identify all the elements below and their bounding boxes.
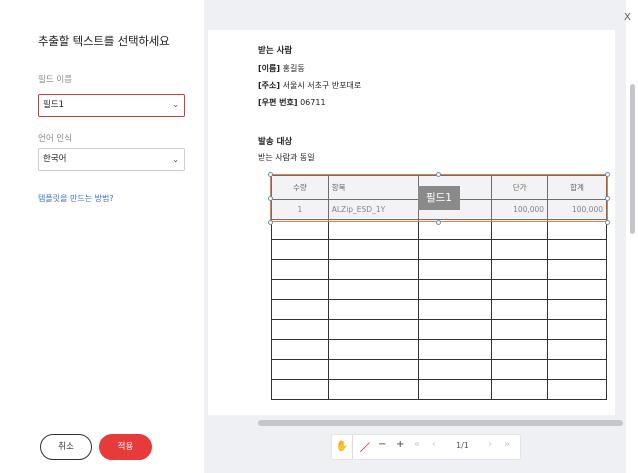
- resize-handle[interactable]: [268, 172, 273, 177]
- field-tag: 필드1: [418, 186, 460, 210]
- close-icon[interactable]: X: [624, 12, 631, 23]
- prev-page-icon[interactable]: ‹: [432, 439, 436, 450]
- resize-handle[interactable]: [268, 196, 273, 201]
- recipient-heading: 받는 사람: [258, 46, 293, 56]
- postal-value: 06711: [300, 98, 326, 107]
- address-line: [주소] 서울시 서초구 반포대로: [258, 80, 361, 91]
- name-label: [이름]: [258, 64, 281, 73]
- next-page-icon[interactable]: ›: [488, 439, 492, 450]
- panel-title: 추출할 텍스트를 선택하세요: [38, 34, 170, 48]
- language-label: 언어 인식: [38, 134, 72, 144]
- apply-button[interactable]: 적용: [99, 434, 152, 460]
- name-value: 홍길동: [282, 64, 305, 73]
- shipping-value: 받는 사람과 동일: [258, 153, 315, 162]
- language-value: 한국어: [43, 154, 67, 164]
- address-value: 서울시 서초구 반포대로: [282, 81, 362, 90]
- field-name-label: 필드 이름: [38, 75, 72, 85]
- chevron-down-icon: ⌄: [172, 100, 179, 109]
- document-page: 받는 사람 [이름] 홍길동 [주소] 서울시 서초구 반포대로 [우편 번호]…: [208, 30, 615, 415]
- resize-handle[interactable]: [268, 220, 273, 225]
- address-label: [주소]: [258, 81, 281, 90]
- language-select[interactable]: 한국어 ⌄: [38, 148, 185, 171]
- zoom-in-button[interactable]: +: [396, 439, 404, 450]
- first-page-icon[interactable]: «: [414, 439, 420, 450]
- table-row: [271, 239, 607, 260]
- hand-icon[interactable]: ✋: [332, 435, 353, 459]
- vertical-scrollbar[interactable]: [630, 84, 635, 234]
- last-page-icon[interactable]: »: [504, 439, 510, 450]
- pen-icon[interactable]: ／: [360, 439, 370, 454]
- table-row: [271, 279, 607, 300]
- postal-line: [우편 번호] 06711: [258, 97, 326, 108]
- table-row: [271, 299, 607, 320]
- resize-handle[interactable]: [436, 220, 441, 225]
- cancel-button[interactable]: 취소: [40, 434, 92, 460]
- table-row: [271, 259, 607, 280]
- viewer-toolbar: ✋ ／ − + « ‹ 1/1 › »: [331, 434, 521, 460]
- page-indicator: 1/1: [456, 441, 469, 450]
- resize-handle[interactable]: [605, 172, 610, 177]
- table-row: [271, 379, 607, 400]
- left-panel: 추출할 텍스트를 선택하세요 필드 이름 필드1 ⌄ 언어 인식 한국어 ⌄ 템…: [0, 0, 204, 473]
- field-name-select[interactable]: 필드1 ⌄: [38, 94, 185, 117]
- field-name-value: 필드1: [43, 100, 65, 110]
- zoom-out-button[interactable]: −: [378, 439, 386, 450]
- table-row: [271, 319, 607, 340]
- postal-label: [우편 번호]: [258, 98, 298, 107]
- resize-handle[interactable]: [436, 172, 441, 177]
- shipping-heading: 발송 대상: [258, 137, 293, 147]
- horizontal-scrollbar[interactable]: [258, 420, 623, 426]
- name-line: [이름] 홍길동: [258, 63, 305, 74]
- resize-handle[interactable]: [605, 196, 610, 201]
- table-row: [271, 359, 607, 380]
- table-row: [271, 339, 607, 360]
- help-link[interactable]: 템플릿을 만드는 방법?: [38, 193, 114, 204]
- resize-handle[interactable]: [605, 220, 610, 225]
- chevron-down-icon: ⌄: [172, 155, 179, 164]
